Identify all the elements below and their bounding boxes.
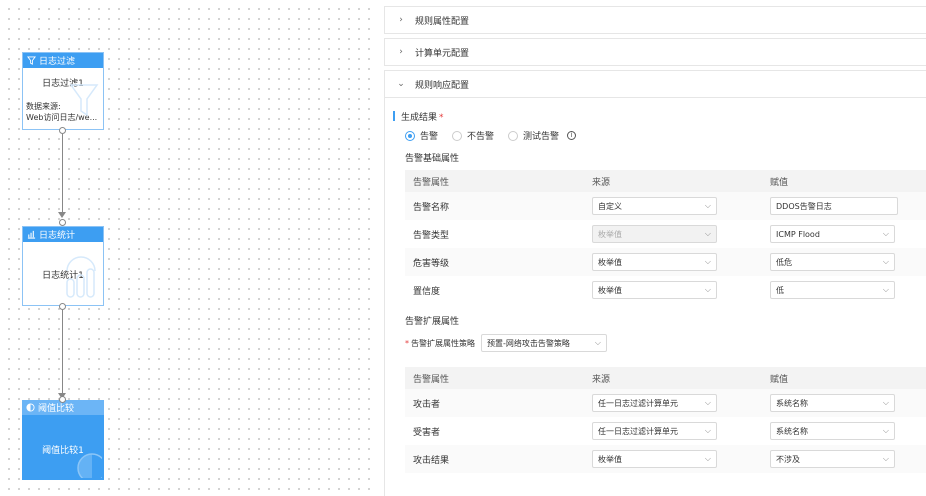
table-row: 告警名称 自定义 ⌵ DDOS告警日志 [405,192,926,220]
value-select[interactable]: ICMP Flood ⌵ [770,225,895,243]
output-port[interactable] [59,127,66,134]
bar-chart-icon [27,230,36,239]
value-select[interactable]: 不涉及 ⌵ [770,450,895,468]
node-log-stats[interactable]: 日志统计 日志统计1 [22,226,104,306]
source-select[interactable]: 枚举值 ⌵ [592,281,717,299]
edge-connector [62,134,63,212]
radio-test-alarm[interactable]: 测试告警 i [508,129,577,142]
chevron-down-icon: ⌵ [882,398,889,407]
filter-decoration-icon [69,84,99,117]
collapse-title: 规则属性配置 [415,16,470,27]
table-row: 攻击者 任一日志过滤计算单元 ⌵ 系统名称 ⌵ [405,389,926,417]
node-log-filter[interactable]: 日志过滤 日志过滤1 数据来源: Web访问日志/we... [22,52,104,130]
source-select-disabled: 枚举值 ⌵ [592,225,717,243]
chevron-down-icon: ⌵ [882,285,889,294]
chevron-down-icon: ⌵ [882,229,889,238]
result-radio-group: 告警 不告警 测试告警 i [405,129,577,142]
ext-policy-label: * 告警扩展属性策略 [405,338,475,348]
radio-dot [508,130,519,141]
chevron-down-icon: ⌄ [397,79,405,89]
source-select[interactable]: 任一日志过滤计算单元 ⌵ [592,394,717,412]
edge-arrow-icon [58,212,66,218]
value-select[interactable]: 低危 ⌵ [770,253,895,271]
chevron-down-icon: ⌵ [882,454,889,463]
flow-canvas[interactable]: 日志过滤 日志过滤1 数据来源: Web访问日志/we... 日志统计 日志统计… [0,0,375,496]
table-row: 受害者 任一日志过滤计算单元 ⌵ 系统名称 ⌵ [405,417,926,445]
chevron-down-icon: ⌵ [704,229,711,238]
value-select[interactable]: 系统名称 ⌵ [770,422,895,440]
collapse-title: 规则响应配置 [415,80,470,91]
source-select[interactable]: 枚举值 ⌵ [592,450,717,468]
table-row: 置信度 枚举值 ⌵ 低 ⌵ [405,276,926,304]
radio-dot [452,130,463,141]
chevron-down-icon: ⌵ [704,426,711,435]
collapse-title: 计算单元配置 [415,48,470,59]
result-title: 生成结果 * [393,110,444,123]
source-select[interactable]: 枚举值 ⌵ [592,253,717,271]
value-select[interactable]: 系统名称 ⌵ [770,394,895,412]
collapse-compute-unit[interactable]: › 计算单元配置 [384,38,926,66]
table-row: 危害等级 枚举值 ⌵ 低危 ⌵ [405,248,926,276]
threshold-decoration-icon [77,453,102,478]
node-header: 日志统计 [23,227,103,242]
ext-attributes-title: 告警扩展属性 [405,317,460,327]
radio-no-alarm[interactable]: 不告警 [452,129,494,142]
ext-policy-select[interactable]: 预置-网络攻击告警策略 ⌵ [481,334,607,352]
node-header-label: 日志统计 [39,231,76,241]
node-header-label: 日志过滤 [39,57,76,67]
chevron-right-icon: › [399,47,403,57]
chevron-down-icon: ⌵ [704,201,711,210]
table-row: 告警类型 枚举值 ⌵ ICMP Flood ⌵ [405,220,926,248]
table-row: 攻击结果 枚举值 ⌵ 不涉及 ⌵ [405,445,926,473]
radio-dot [405,130,415,141]
radio-alarm[interactable]: 告警 [405,129,438,142]
ext-policy-field: * 告警扩展属性策略 预置-网络攻击告警策略 ⌵ [405,334,607,352]
filter-icon [27,56,36,65]
edge-connector [62,310,63,394]
table-header: 告警属性 来源 赋值 [405,170,926,192]
collapse-rule-attributes[interactable]: › 规则属性配置 [384,6,926,34]
input-port[interactable] [59,396,66,403]
chevron-down-icon: ⌵ [882,426,889,435]
node-threshold-compare[interactable]: 阈值比较 阈值比较1 [22,400,104,480]
chevron-down-icon: ⌵ [704,285,711,294]
basic-attributes-title: 告警基础属性 [405,154,460,164]
chevron-down-icon: ⌵ [704,454,711,463]
chevron-down-icon: ⌵ [704,257,711,266]
half-circle-icon [26,403,35,412]
output-port[interactable] [59,303,66,310]
stats-decoration-icon [66,256,96,298]
rule-response-content: 生成结果 * 告警 不告警 测试告警 i 告警基础属性 告警属性 来源 赋值 告警名… [384,98,926,496]
chevron-down-icon: ⌵ [594,338,601,347]
chevron-down-icon: ⌵ [882,257,889,266]
chevron-right-icon: › [399,15,403,25]
table-header: 告警属性 来源 赋值 [405,367,926,389]
config-panel: › 规则属性配置 › 计算单元配置 ⌄ 规则响应配置 生成结果 * 告警 不告警 … [384,0,926,496]
required-mark: * [439,113,444,123]
value-select[interactable]: 低 ⌵ [770,281,895,299]
chevron-down-icon: ⌵ [704,398,711,407]
basic-attributes-table: 告警属性 来源 赋值 告警名称 自定义 ⌵ DDOS告警日志 告警类型 枚举值 ⌵ … [405,170,926,304]
source-select[interactable]: 自定义 ⌵ [592,197,717,215]
info-icon[interactable]: i [567,131,577,140]
input-port[interactable] [59,219,66,226]
ext-attributes-table: 告警属性 来源 赋值 攻击者 任一日志过滤计算单元 ⌵ 系统名称 ⌵ 受害者 任一日… [405,367,926,473]
collapse-rule-response[interactable]: ⌄ 规则响应配置 [384,70,926,98]
alarm-name-input[interactable]: DDOS告警日志 [770,197,898,215]
node-header: 日志过滤 [23,53,103,68]
node-header-label: 阈值比较 [38,404,75,414]
source-select[interactable]: 任一日志过滤计算单元 ⌵ [592,422,717,440]
